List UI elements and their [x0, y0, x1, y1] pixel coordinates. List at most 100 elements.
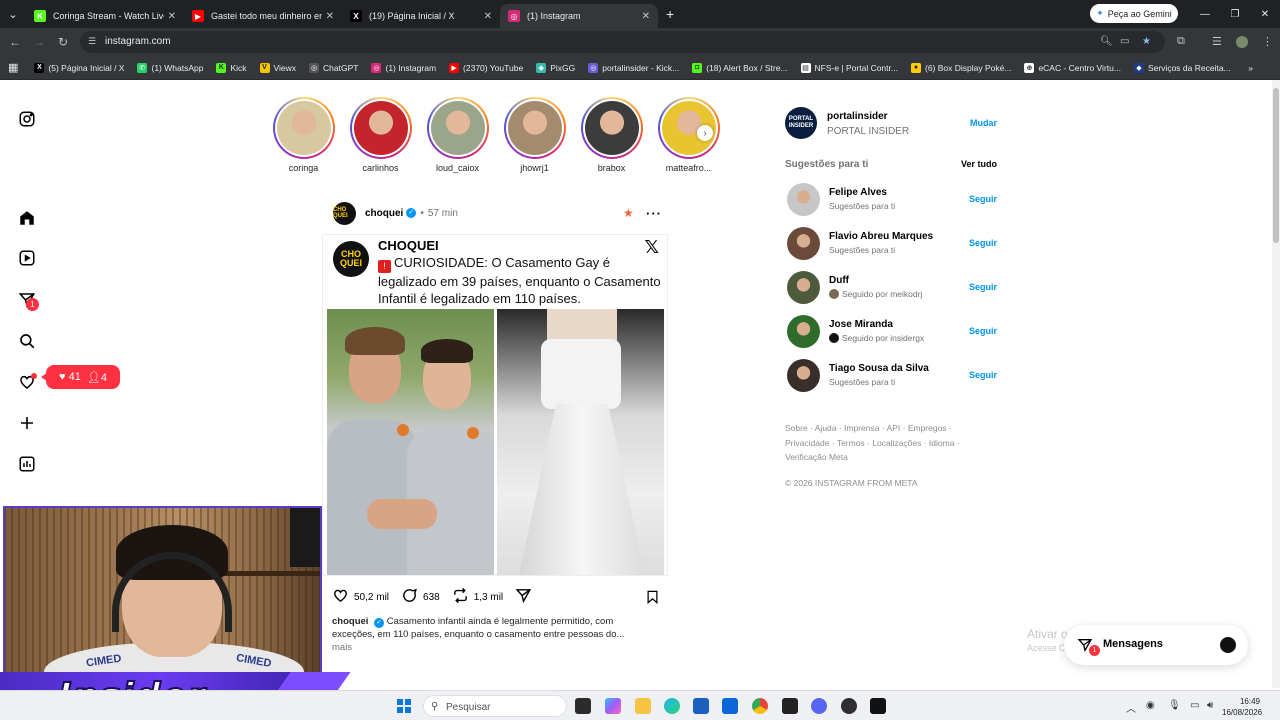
suggestion-avatar[interactable] [787, 315, 820, 348]
browser-tab[interactable]: ◎ (1) Instagram ✕ [500, 4, 658, 28]
story-item[interactable]: jhowrj1 [503, 97, 566, 173]
restore-icon[interactable]: ❐ [1220, 0, 1250, 28]
follow-button[interactable]: Seguir [969, 282, 997, 292]
story-item[interactable]: loud_caiox [426, 97, 489, 173]
direct-messages-icon[interactable]: 1 [17, 290, 39, 311]
post-time[interactable]: 57 min [428, 208, 458, 219]
footer-links-row[interactable]: Verificação Meta [785, 450, 985, 465]
notifications-heart-icon[interactable] [17, 372, 37, 392]
bookmark-item[interactable]: ◘ (18) Alert Box / Stre... [692, 62, 788, 73]
follow-button[interactable]: Seguir [969, 238, 997, 248]
tab-search-chevron-icon[interactable]: ⌄ [0, 0, 26, 28]
bookmark-item[interactable]: X (5) Página Inicial / X [34, 62, 124, 73]
chrome-icon[interactable] [752, 698, 768, 714]
suggestion-username[interactable]: Duff [829, 275, 849, 286]
tab-close-icon[interactable]: ✕ [642, 11, 650, 22]
page-scrollbar[interactable] [1272, 80, 1280, 688]
comment-button[interactable]: 638 [401, 587, 440, 607]
post-options-icon[interactable]: ··· [646, 206, 662, 221]
suggestion-avatar[interactable] [787, 271, 820, 304]
caption-username[interactable]: choquei [332, 616, 368, 627]
footer-links-row[interactable]: Privacidade · Termos · Localizações · Id… [785, 436, 985, 451]
cast-icon[interactable]: ▭ [1120, 36, 1129, 47]
back-arrow-icon[interactable]: ← [7, 34, 23, 50]
tray-chevron-icon[interactable]: ︿ [1126, 700, 1136, 715]
search-icon[interactable] [17, 331, 37, 351]
store-icon[interactable] [693, 698, 709, 714]
dashboard-icon[interactable] [17, 454, 37, 474]
profile-avatar[interactable] [1236, 36, 1248, 48]
gemini-button[interactable]: ✦ Peça ao Gemini [1090, 4, 1178, 23]
file-explorer-icon[interactable] [635, 698, 651, 714]
like-button[interactable]: 50,2 mil [332, 587, 389, 607]
bookmark-item[interactable]: ⊕ eCAC - Centro Virtu... [1024, 62, 1121, 73]
bookmark-item[interactable]: ◆ PixGG [536, 62, 575, 73]
bookmark-item[interactable]: ▶ (2370) YouTube [449, 62, 523, 73]
minimize-icon[interactable]: — [1190, 0, 1220, 28]
bookmark-item[interactable]: ◎ portalinsider - Kick... [588, 62, 679, 73]
follow-button[interactable]: Seguir [969, 370, 997, 380]
suggestion-username[interactable]: Jose Miranda [829, 319, 893, 330]
switch-account-link[interactable]: Mudar [970, 118, 997, 128]
new-tab-button[interactable]: + [666, 6, 674, 22]
suggestion-username[interactable]: Flavio Abreu Marques [829, 231, 933, 242]
browser-tab[interactable]: X (19) Página Inicial / X ✕ [342, 4, 500, 28]
tab-close-icon[interactable]: ✕ [484, 11, 492, 22]
current-account-avatar[interactable]: PORTAL INSIDER [785, 107, 817, 139]
zoom-icon[interactable]: 🔍︎ [1100, 36, 1113, 47]
edge-icon[interactable] [664, 698, 680, 714]
scrollbar-thumb[interactable] [1273, 88, 1279, 243]
bookmarks-overflow-icon[interactable]: » [1248, 63, 1253, 73]
footer-links-row[interactable]: Sobre · Ajuda · Imprensa · API · Emprego… [785, 421, 985, 436]
forward-arrow-icon[interactable]: → [31, 34, 47, 50]
outlook-icon[interactable] [722, 698, 738, 714]
bookmark-item[interactable]: K Kick [216, 62, 247, 73]
post-author-avatar[interactable]: CHO QUEI [333, 201, 356, 225]
copilot-icon[interactable] [605, 698, 621, 714]
bookmark-item[interactable]: ◆ Serviços da Receita... [1133, 62, 1231, 73]
bookmark-item[interactable]: ◎ (1) Instagram [371, 62, 436, 73]
bookmark-item[interactable]: V Viewx [259, 62, 296, 73]
follow-button[interactable]: Seguir [969, 194, 997, 204]
suggestion-username[interactable]: Felipe Alves [829, 187, 887, 198]
site-info-icon[interactable]: ☰ [88, 36, 100, 48]
caption-more-link[interactable]: mais [332, 641, 652, 654]
home-icon[interactable] [17, 208, 37, 228]
notifications-summary-pill[interactable]: ♥ 41 👤︎4 [41, 365, 120, 389]
repost-button[interactable]: 1,3 mil [452, 587, 503, 607]
close-window-icon[interactable]: ✕ [1250, 0, 1280, 28]
task-view-icon[interactable] [575, 698, 591, 714]
save-bookmark-icon[interactable] [645, 589, 660, 608]
browser-tab[interactable]: ▶ Gastei todo meu dinheiro em T ✕ [184, 4, 342, 28]
taskbar-search[interactable]: ⚲ Pesquisar [423, 695, 567, 717]
reels-icon[interactable] [17, 248, 37, 268]
tab-close-icon[interactable]: ✕ [326, 11, 334, 22]
reload-icon[interactable]: ↻ [55, 34, 71, 50]
reading-list-icon[interactable]: ☰ [1212, 35, 1222, 48]
volume-icon[interactable]: 🔊︎ [1207, 700, 1213, 711]
see-all-link[interactable]: Ver tudo [961, 159, 997, 169]
suggestion-avatar[interactable] [787, 227, 820, 260]
messages-floating-button[interactable]: 1 Mensagens [1064, 625, 1248, 665]
bookmark-star-icon[interactable]: ★ [1142, 36, 1151, 47]
bookmark-item[interactable]: ● (6) Box Display Poké... [910, 62, 1011, 73]
microphone-icon[interactable]: 🎙︎ [1168, 700, 1181, 711]
capcut-icon[interactable] [782, 698, 798, 714]
post-image[interactable]: CHO QUEI CHOQUEI ! CURIOSIDADE: O Casamen… [322, 234, 668, 576]
suggestion-avatar[interactable] [787, 183, 820, 216]
obs-icon[interactable] [841, 698, 857, 714]
app-icon[interactable] [870, 698, 886, 714]
discord-icon[interactable] [811, 698, 827, 714]
extensions-icon[interactable]: ⧉ [1177, 35, 1185, 48]
current-account-username[interactable]: portalinsider [827, 111, 888, 122]
follow-button[interactable]: Seguir [969, 326, 997, 336]
windows-start-icon[interactable] [397, 699, 411, 713]
bookmark-item[interactable]: ✆ (1) WhatsApp [137, 62, 203, 73]
instagram-logo-icon[interactable] [17, 109, 37, 129]
share-button[interactable] [515, 587, 532, 607]
post-author-username[interactable]: choquei [365, 208, 403, 219]
browser-tab[interactable]: K Coringa Stream - Watch Live o ✕ [26, 4, 184, 28]
bookmark-item[interactable]: ◎ ChatGPT [309, 62, 358, 73]
suggestion-avatar[interactable] [787, 359, 820, 392]
create-plus-icon[interactable] [17, 413, 37, 433]
